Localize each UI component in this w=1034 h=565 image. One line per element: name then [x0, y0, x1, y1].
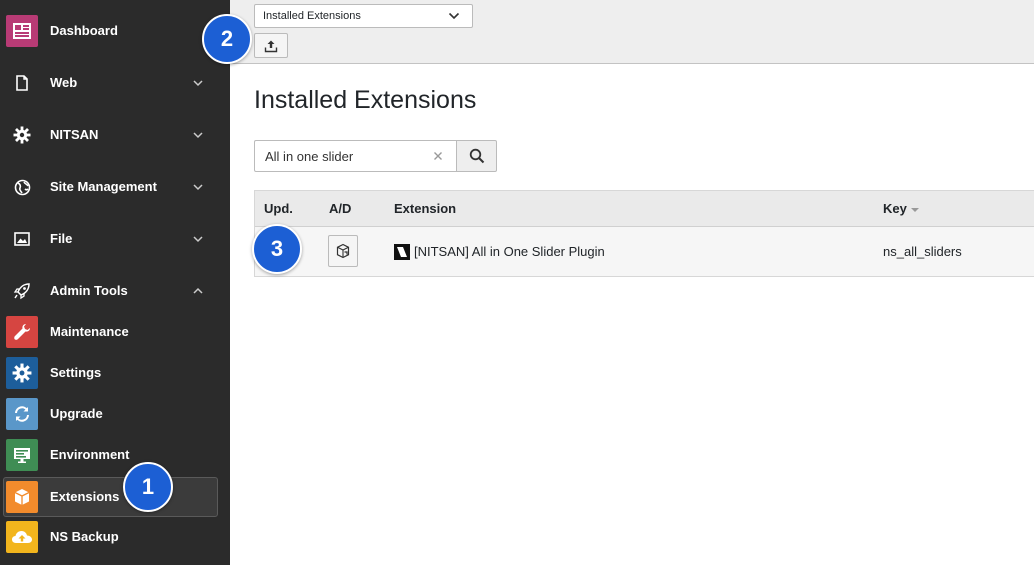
gear-icon	[12, 126, 32, 144]
module-docheader: Installed Extensions	[230, 0, 1034, 64]
sidebar-item-site-management[interactable]: Site Management	[0, 167, 230, 207]
select-value: Installed Extensions	[263, 10, 361, 22]
column-header-upd: Upd.	[264, 201, 293, 216]
monitor-icon	[6, 439, 38, 471]
refresh-icon	[6, 398, 38, 430]
extension-title[interactable]: [NITSAN] All in One Slider Plugin	[414, 227, 605, 276]
search-input[interactable]	[265, 141, 425, 171]
gear-icon	[6, 357, 38, 389]
column-header-key-label: Key	[883, 201, 907, 216]
activate-deactivate-button[interactable]	[328, 235, 358, 267]
sidebar-item-label: File	[50, 231, 73, 246]
callout-badge-3: 3	[252, 224, 302, 274]
extension-logo-icon	[394, 244, 410, 260]
upload-icon	[264, 40, 278, 52]
sidebar-item-label: NITSAN	[50, 127, 99, 142]
column-header-extension-label: Extension	[394, 201, 457, 216]
cloud-upload-icon	[6, 521, 38, 553]
sidebar-item-label: Extensions	[50, 489, 120, 504]
sidebar-item-admin-tools[interactable]: Admin Tools	[0, 271, 230, 311]
sidebar-item-label: Site Management	[50, 179, 157, 194]
callout-badge-1: 1	[123, 462, 173, 512]
module-sidebar: Dashboard Web NITSAN Site Management Fil…	[0, 0, 230, 565]
table-header: Upd. A/D Extension Key	[255, 191, 1034, 227]
table-row: [NITSAN] All in One Slider Plugin ns_all…	[255, 227, 1034, 276]
chevron-down-icon[interactable]	[191, 180, 205, 194]
chevron-down-icon[interactable]	[191, 76, 205, 90]
chevron-up-icon[interactable]	[191, 284, 205, 298]
column-header-ad: A/D	[329, 201, 352, 216]
sidebar-item-web[interactable]: Web	[0, 63, 230, 103]
activate-extension-icon	[336, 243, 350, 259]
sidebar-item-label: Maintenance	[50, 324, 129, 339]
extension-key: ns_all_sliders	[883, 244, 962, 259]
callout-badge-2: 2	[202, 14, 252, 64]
column-header-extension[interactable]: Extension	[394, 191, 456, 226]
sidebar-item-maintenance[interactable]: Maintenance	[0, 312, 230, 352]
sidebar-item-ns-backup[interactable]: NS Backup	[0, 517, 230, 557]
clear-search-icon[interactable]	[431, 149, 445, 163]
rocket-icon	[12, 282, 32, 300]
column-header-key[interactable]: Key	[883, 191, 919, 226]
page-title: Installed Extensions	[254, 86, 477, 114]
sidebar-item-label: Admin Tools	[50, 283, 128, 298]
search-button[interactable]	[456, 140, 497, 172]
page-icon	[12, 74, 32, 92]
sidebar-item-label: NS Backup	[50, 529, 119, 544]
sidebar-item-extensions[interactable]: Extensions	[3, 477, 218, 517]
sidebar-item-settings[interactable]: Settings	[0, 353, 230, 393]
wrench-icon	[6, 316, 38, 348]
sidebar-item-label: Dashboard	[50, 23, 118, 38]
upload-extension-button[interactable]	[254, 33, 288, 58]
sidebar-item-label: Settings	[50, 365, 102, 380]
sidebar-item-label: Web	[50, 75, 78, 90]
chevron-down-icon[interactable]	[191, 128, 205, 142]
sidebar-item-dashboard[interactable]: Dashboard	[0, 11, 230, 51]
sidebar-item-upgrade[interactable]: Upgrade	[0, 394, 230, 434]
sidebar-item-label: Upgrade	[50, 406, 103, 421]
sidebar-item-environment[interactable]: Environment	[0, 435, 230, 475]
sidebar-item-file[interactable]: File	[0, 219, 230, 259]
module-function-select[interactable]: Installed Extensions	[254, 4, 473, 28]
dashboard-icon	[6, 15, 38, 47]
image-icon	[12, 230, 32, 248]
globe-icon	[12, 178, 32, 196]
search-icon	[469, 148, 484, 164]
cube-icon	[6, 481, 38, 513]
sidebar-item-label: Environment	[50, 447, 130, 462]
chevron-down-icon[interactable]	[191, 232, 205, 246]
search-field	[254, 140, 456, 172]
chevron-down-icon	[448, 12, 460, 20]
sort-caret-icon	[910, 207, 919, 212]
extensions-table: Upd. A/D Extension Key [NITSAN] All in O…	[254, 190, 1034, 277]
sidebar-item-nitsan[interactable]: NITSAN	[0, 115, 230, 155]
